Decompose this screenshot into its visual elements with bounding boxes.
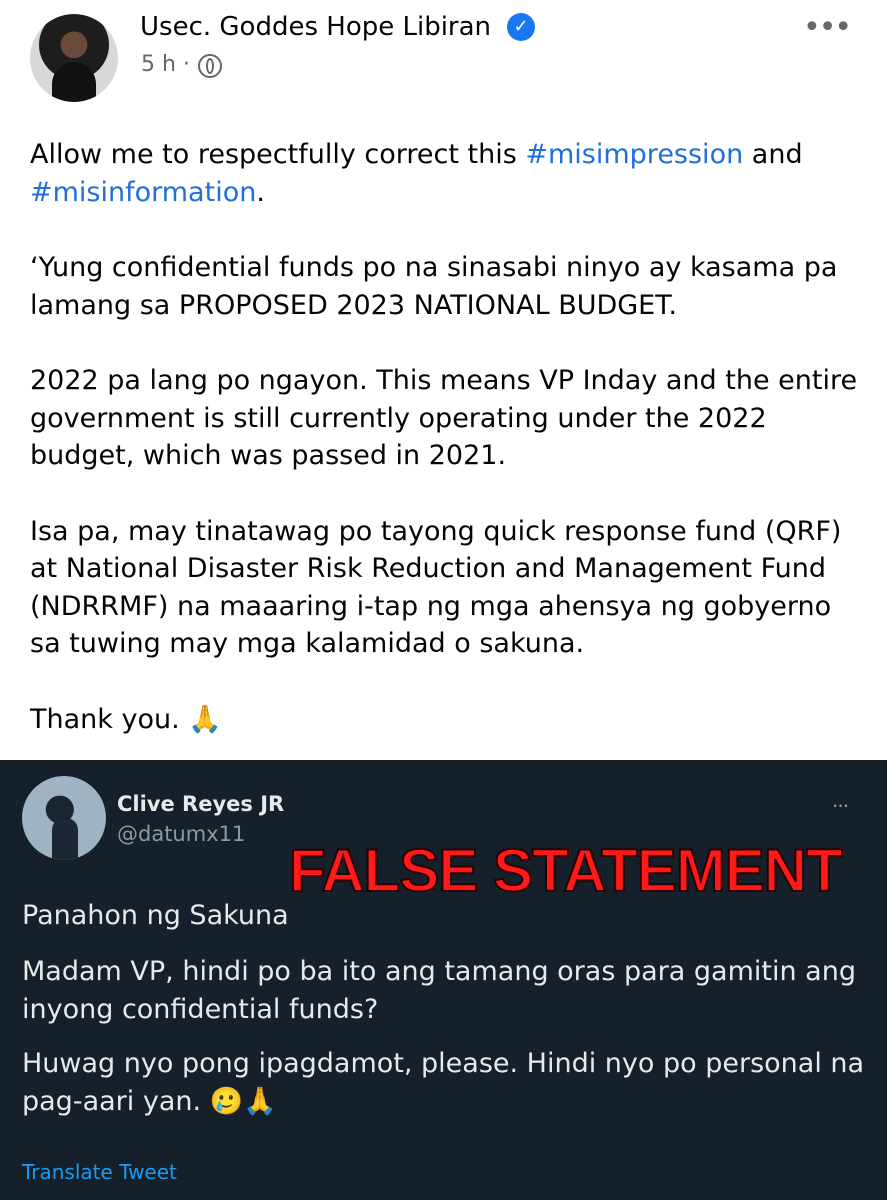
- post-paragraph-5: Thank you. 🙏: [30, 703, 222, 735]
- tweet-author-name[interactable]: Clive Reyes JR: [117, 792, 284, 816]
- tweet-handle[interactable]: @datumx11: [117, 822, 245, 846]
- post-timestamp[interactable]: 5 h ·: [141, 52, 190, 77]
- false-statement-label: FALSE STATEMENT: [288, 837, 844, 904]
- post-body: Allow me to respectfully correct this #m…: [30, 136, 860, 776]
- verified-badge-icon: ✓: [507, 13, 535, 41]
- tweet-line-2: Madam VP, hindi po ba ito ang tamang ora…: [22, 956, 856, 1025]
- embedded-tweet: Clive Reyes JR @datumx11 ··· FALSE STATE…: [0, 760, 887, 1200]
- more-options-icon[interactable]: •••: [803, 13, 852, 43]
- tweet-line-1: Panahon ng Sakuna: [22, 900, 289, 931]
- post-paragraph-3: 2022 pa lang po ngayon. This means VP In…: [30, 365, 858, 471]
- hashtag-misimpression[interactable]: #misimpression: [525, 139, 743, 170]
- facebook-post: Usec. Goddes Hope Libiran ✓ 5 h · ••• Al…: [0, 0, 887, 760]
- author-name[interactable]: Usec. Goddes Hope Libiran: [140, 12, 491, 42]
- tweet-avatar[interactable]: [22, 776, 106, 860]
- tweet-more-icon[interactable]: ···: [832, 794, 849, 818]
- post-paragraph-4: Isa pa, may tinatawag po tayong quick re…: [30, 515, 842, 660]
- tweet-line-3: Huwag nyo pong ipagdamot, please. Hindi …: [22, 1048, 865, 1117]
- translate-tweet-link[interactable]: Translate Tweet: [22, 1160, 177, 1184]
- hashtag-misinformation[interactable]: #misinformation: [30, 177, 256, 208]
- post-paragraph-2: ‘Yung confidential funds po na sinasabi …: [30, 252, 838, 321]
- author-avatar[interactable]: [30, 14, 118, 102]
- post-paragraph-1: Allow me to respectfully correct this #m…: [30, 139, 803, 208]
- globe-icon[interactable]: [198, 54, 222, 78]
